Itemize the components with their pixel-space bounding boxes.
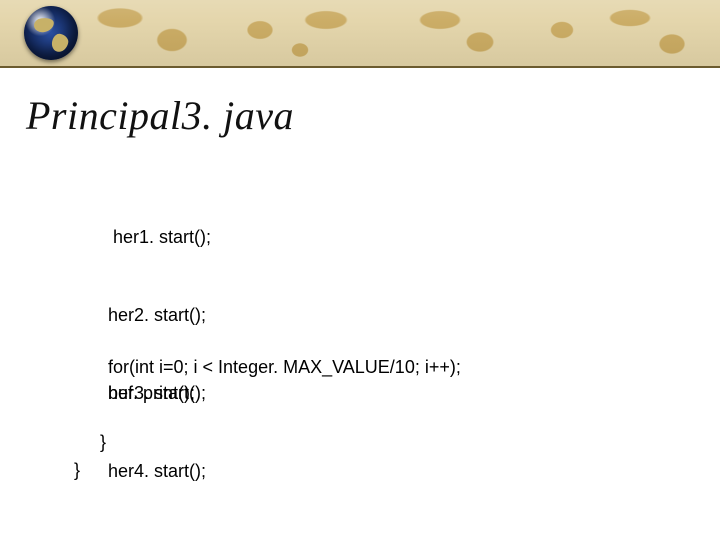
code-line: for(int i=0; i < Integer. MAX_VALUE/10; … [108,354,461,380]
slide: Principal3. java her1. start(); her2. st… [0,0,720,540]
code-for-block: for(int i=0; i < Integer. MAX_VALUE/10; … [108,354,461,406]
code-line: buf. print(); [108,380,461,406]
closing-brace-outer: } [74,460,80,481]
code-line: her2. start(); [108,302,211,328]
slide-title: Principal3. java [26,92,294,139]
globe-icon [24,6,78,60]
code-line: her4. start(); [108,458,211,484]
header-banner [0,0,720,68]
code-line: her1. start(); [108,224,211,250]
closing-brace-inner: } [100,432,106,453]
code-line: her5. start(); [108,536,211,540]
